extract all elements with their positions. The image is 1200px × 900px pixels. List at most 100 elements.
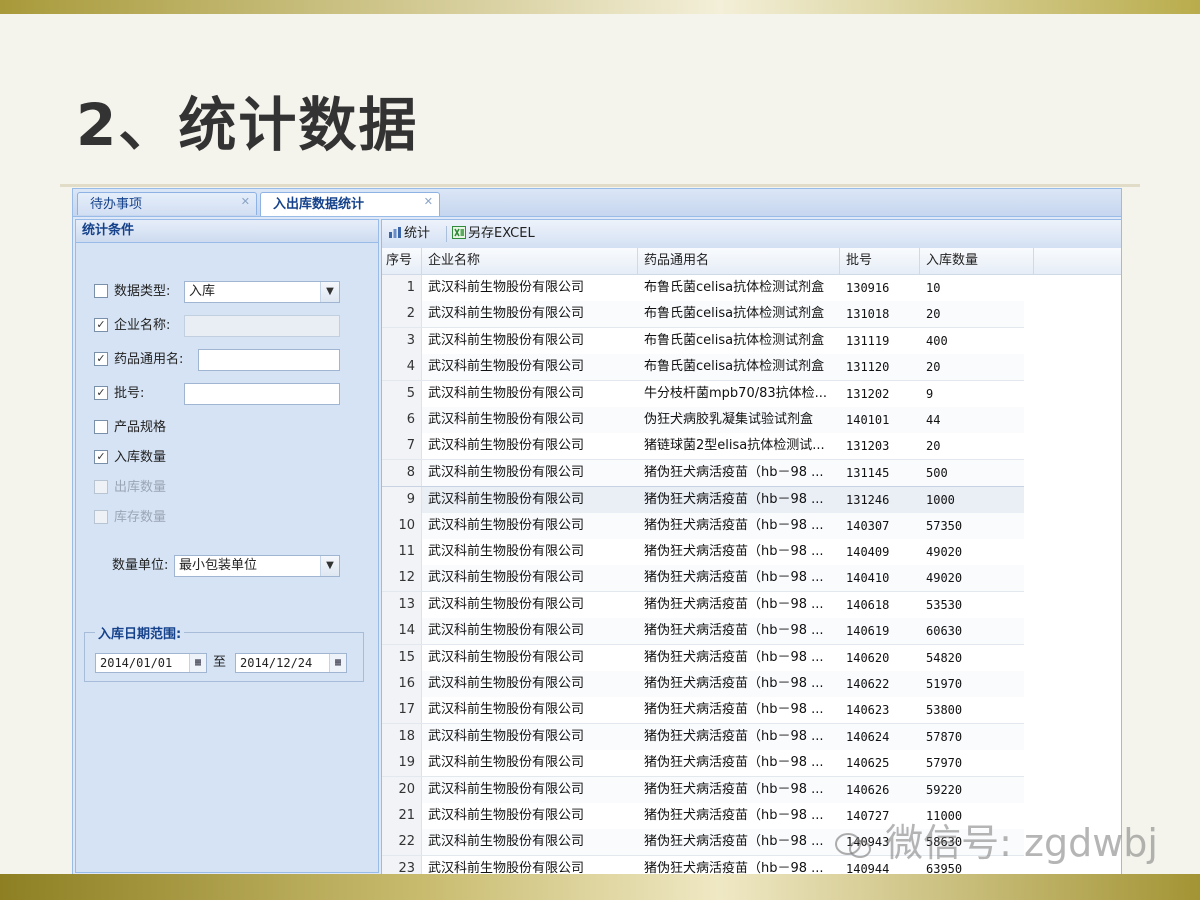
table-row[interactable]: 1 武汉科前生物股份有限公司 布鲁氏菌celisa抗体检测试剂盒 130916 10: [382, 275, 1024, 302]
filter-company: ✓ 企业名称:: [94, 314, 170, 338]
tab-bar: 待办事项 ✕ 入出库数据统计 ✕: [73, 189, 1121, 217]
cell-company: 武汉科前生物股份有限公司: [428, 332, 585, 348]
table-row[interactable]: 9 武汉科前生物股份有限公司 猪伪狂犬病活疫苗（hb－98 ... 131246 100…: [382, 486, 1024, 515]
cell-drug-name: 猪伪狂犬病活疫苗（hb－98 ...: [644, 517, 824, 533]
cell-in-qty: 400: [926, 333, 948, 348]
title-divider: [60, 184, 1140, 187]
date-from-field[interactable]: 2014/01/01 ▦: [95, 653, 207, 673]
cell-drug-name: 布鲁氏菌celisa抗体检测试剂盒: [644, 280, 825, 295]
unit-select[interactable]: 最小包装单位 ▼: [174, 555, 340, 577]
cell-company: 武汉科前生物股份有限公司: [428, 306, 585, 322]
grid-header: 序号 企业名称 药品通用名 批号 入库数量: [382, 248, 1121, 275]
cell-drug-name: 猪伪狂犬病活疫苗（hb－98 ...: [644, 728, 824, 744]
table-row[interactable]: 14 武汉科前生物股份有限公司 猪伪狂犬病活疫苗（hb－98 ... 140619 60…: [382, 618, 1024, 646]
cell-batch: 131120: [846, 360, 890, 375]
batch-field[interactable]: [184, 383, 340, 405]
cell-drug-name: 猪伪狂犬病活疫苗（hb－98 ...: [644, 544, 824, 559]
table-row[interactable]: 5 武汉科前生物股份有限公司 牛分枝杆菌mpb70/83抗体检... 131202 9: [382, 380, 1024, 408]
cell-index: 21: [382, 803, 422, 829]
chevron-down-icon[interactable]: ▼: [320, 282, 339, 302]
stock-qty-label: 库存数量: [114, 510, 167, 525]
wechat-icon: [835, 832, 872, 858]
column-header-batch[interactable]: 批号: [840, 248, 920, 274]
cell-index: 11: [382, 539, 422, 565]
company-checkbox[interactable]: ✓: [94, 317, 108, 332]
table-row[interactable]: 13 武汉科前生物股份有限公司 猪伪狂犬病活疫苗（hb－98 ... 140618 53…: [382, 591, 1024, 619]
filter-spec: 产品规格: [94, 416, 166, 440]
cell-in-qty: 57350: [926, 518, 963, 533]
table-row[interactable]: 20 武汉科前生物股份有限公司 猪伪狂犬病活疫苗（hb－98 ... 140626 59…: [382, 776, 1024, 804]
table-row[interactable]: 11 武汉科前生物股份有限公司 猪伪狂犬病活疫苗（hb－98 ... 140409 49…: [382, 539, 1024, 566]
calendar-icon[interactable]: ▦: [329, 654, 346, 672]
table-row[interactable]: 16 武汉科前生物股份有限公司 猪伪狂犬病活疫苗（hb－98 ... 140622 51…: [382, 671, 1024, 698]
cell-in-qty: 500: [926, 465, 948, 480]
cell-company: 武汉科前生物股份有限公司: [428, 649, 585, 665]
table-row[interactable]: 7 武汉科前生物股份有限公司 猪链球菌2型elisa抗体检测试... 131203 20: [382, 433, 1024, 461]
cell-index: 23: [382, 855, 422, 875]
cell-index: 9: [382, 487, 422, 514]
cell-index: 15: [382, 644, 422, 671]
table-row[interactable]: 3 武汉科前生物股份有限公司 布鲁氏菌celisa抗体检测试剂盒 131119 400: [382, 327, 1024, 355]
data-type-checkbox[interactable]: [94, 283, 108, 298]
cell-in-qty: 53800: [926, 703, 963, 718]
date-from-value: 2014/01/01: [100, 656, 173, 670]
close-icon[interactable]: ✕: [241, 190, 250, 213]
date-to-field[interactable]: 2014/12/24 ▦: [235, 653, 347, 673]
column-header-company[interactable]: 企业名称: [422, 248, 638, 274]
cell-index: 5: [382, 380, 422, 407]
drug-name-checkbox[interactable]: ✓: [94, 351, 108, 366]
table-row[interactable]: 4 武汉科前生物股份有限公司 布鲁氏菌celisa抗体检测试剂盒 131120 20: [382, 354, 1024, 382]
cell-company: 武汉科前生物股份有限公司: [428, 623, 585, 639]
filter-in-qty: ✓ 入库数量: [94, 446, 166, 470]
data-type-select[interactable]: 入库 ▼: [184, 281, 340, 303]
table-row[interactable]: 12 武汉科前生物股份有限公司 猪伪狂犬病活疫苗（hb－98 ... 140410 49…: [382, 565, 1024, 593]
cell-index: 12: [382, 565, 422, 592]
filter-drug-name: ✓ 药品通用名:: [94, 348, 183, 372]
data-type-value: 入库: [189, 284, 216, 299]
column-header-in-qty[interactable]: 入库数量: [920, 248, 1034, 274]
watermark-text: 微信号: zgdwbj: [885, 821, 1158, 865]
table-row[interactable]: 19 武汉科前生物股份有限公司 猪伪狂犬病活疫苗（hb－98 ... 140625 57…: [382, 750, 1024, 778]
table-row[interactable]: 6 武汉科前生物股份有限公司 伪狂犬病胶乳凝集试验试剂盒 140101 44: [382, 407, 1024, 434]
cell-batch: 140619: [846, 624, 890, 639]
cell-batch: 140410: [846, 571, 890, 586]
table-row[interactable]: 10 武汉科前生物股份有限公司 猪伪狂犬病活疫苗（hb－98 ... 140307 57…: [382, 512, 1024, 540]
slide-top-band: [0, 0, 1200, 14]
export-excel-button[interactable]: 另存EXCEL: [452, 225, 535, 243]
company-field[interactable]: [184, 315, 340, 337]
cell-company: 武汉科前生物股份有限公司: [428, 412, 585, 427]
close-icon[interactable]: ✕: [424, 190, 433, 213]
tab-stock-stats[interactable]: 入出库数据统计 ✕: [260, 192, 440, 216]
column-header-index[interactable]: 序号: [382, 248, 422, 274]
cell-index: 10: [382, 512, 422, 539]
chevron-down-icon[interactable]: ▼: [320, 556, 339, 576]
table-row[interactable]: 2 武汉科前生物股份有限公司 布鲁氏菌celisa抗体检测试剂盒 131018 20: [382, 301, 1024, 329]
spec-checkbox[interactable]: [94, 419, 108, 434]
tab-todo[interactable]: 待办事项 ✕: [77, 192, 257, 215]
cell-index: 14: [382, 618, 422, 645]
cell-drug-name: 猪伪狂犬病活疫苗（hb－98 ...: [644, 702, 824, 718]
table-row[interactable]: 18 武汉科前生物股份有限公司 猪伪狂犬病活疫苗（hb－98 ... 140624 57…: [382, 723, 1024, 751]
cell-in-qty: 60630: [926, 624, 963, 639]
table-row[interactable]: 15 武汉科前生物股份有限公司 猪伪狂犬病活疫苗（hb－98 ... 140620 54…: [382, 644, 1024, 672]
excel-icon: [452, 226, 466, 239]
table-row[interactable]: 8 武汉科前生物股份有限公司 猪伪狂犬病活疫苗（hb－98 ... 131145 500: [382, 459, 1024, 487]
stat-button[interactable]: 统计: [388, 225, 430, 243]
date-to-label: 至: [213, 655, 227, 670]
cell-company: 武汉科前生物股份有限公司: [428, 860, 585, 875]
cell-index: 4: [382, 354, 422, 381]
cell-batch: 140620: [846, 650, 890, 665]
cell-index: 20: [382, 776, 422, 803]
cell-batch: 140307: [846, 518, 890, 533]
calendar-icon[interactable]: ▦: [189, 654, 206, 672]
table-row[interactable]: 17 武汉科前生物股份有限公司 猪伪狂犬病活疫苗（hb－98 ... 140623 53…: [382, 697, 1024, 725]
cell-in-qty: 51970: [926, 677, 963, 691]
drug-name-field[interactable]: [198, 349, 340, 371]
cell-drug-name: 猪伪狂犬病活疫苗（hb－98 ...: [644, 808, 824, 823]
cell-batch: 131246: [846, 493, 890, 508]
batch-checkbox[interactable]: ✓: [94, 385, 108, 400]
column-header-drug-name[interactable]: 药品通用名: [638, 248, 840, 274]
cell-drug-name: 猪伪狂犬病活疫苗（hb－98 ...: [644, 834, 824, 850]
in-qty-checkbox[interactable]: ✓: [94, 449, 108, 464]
cell-drug-name: 猪伪狂犬病活疫苗（hb－98 ...: [644, 570, 824, 586]
